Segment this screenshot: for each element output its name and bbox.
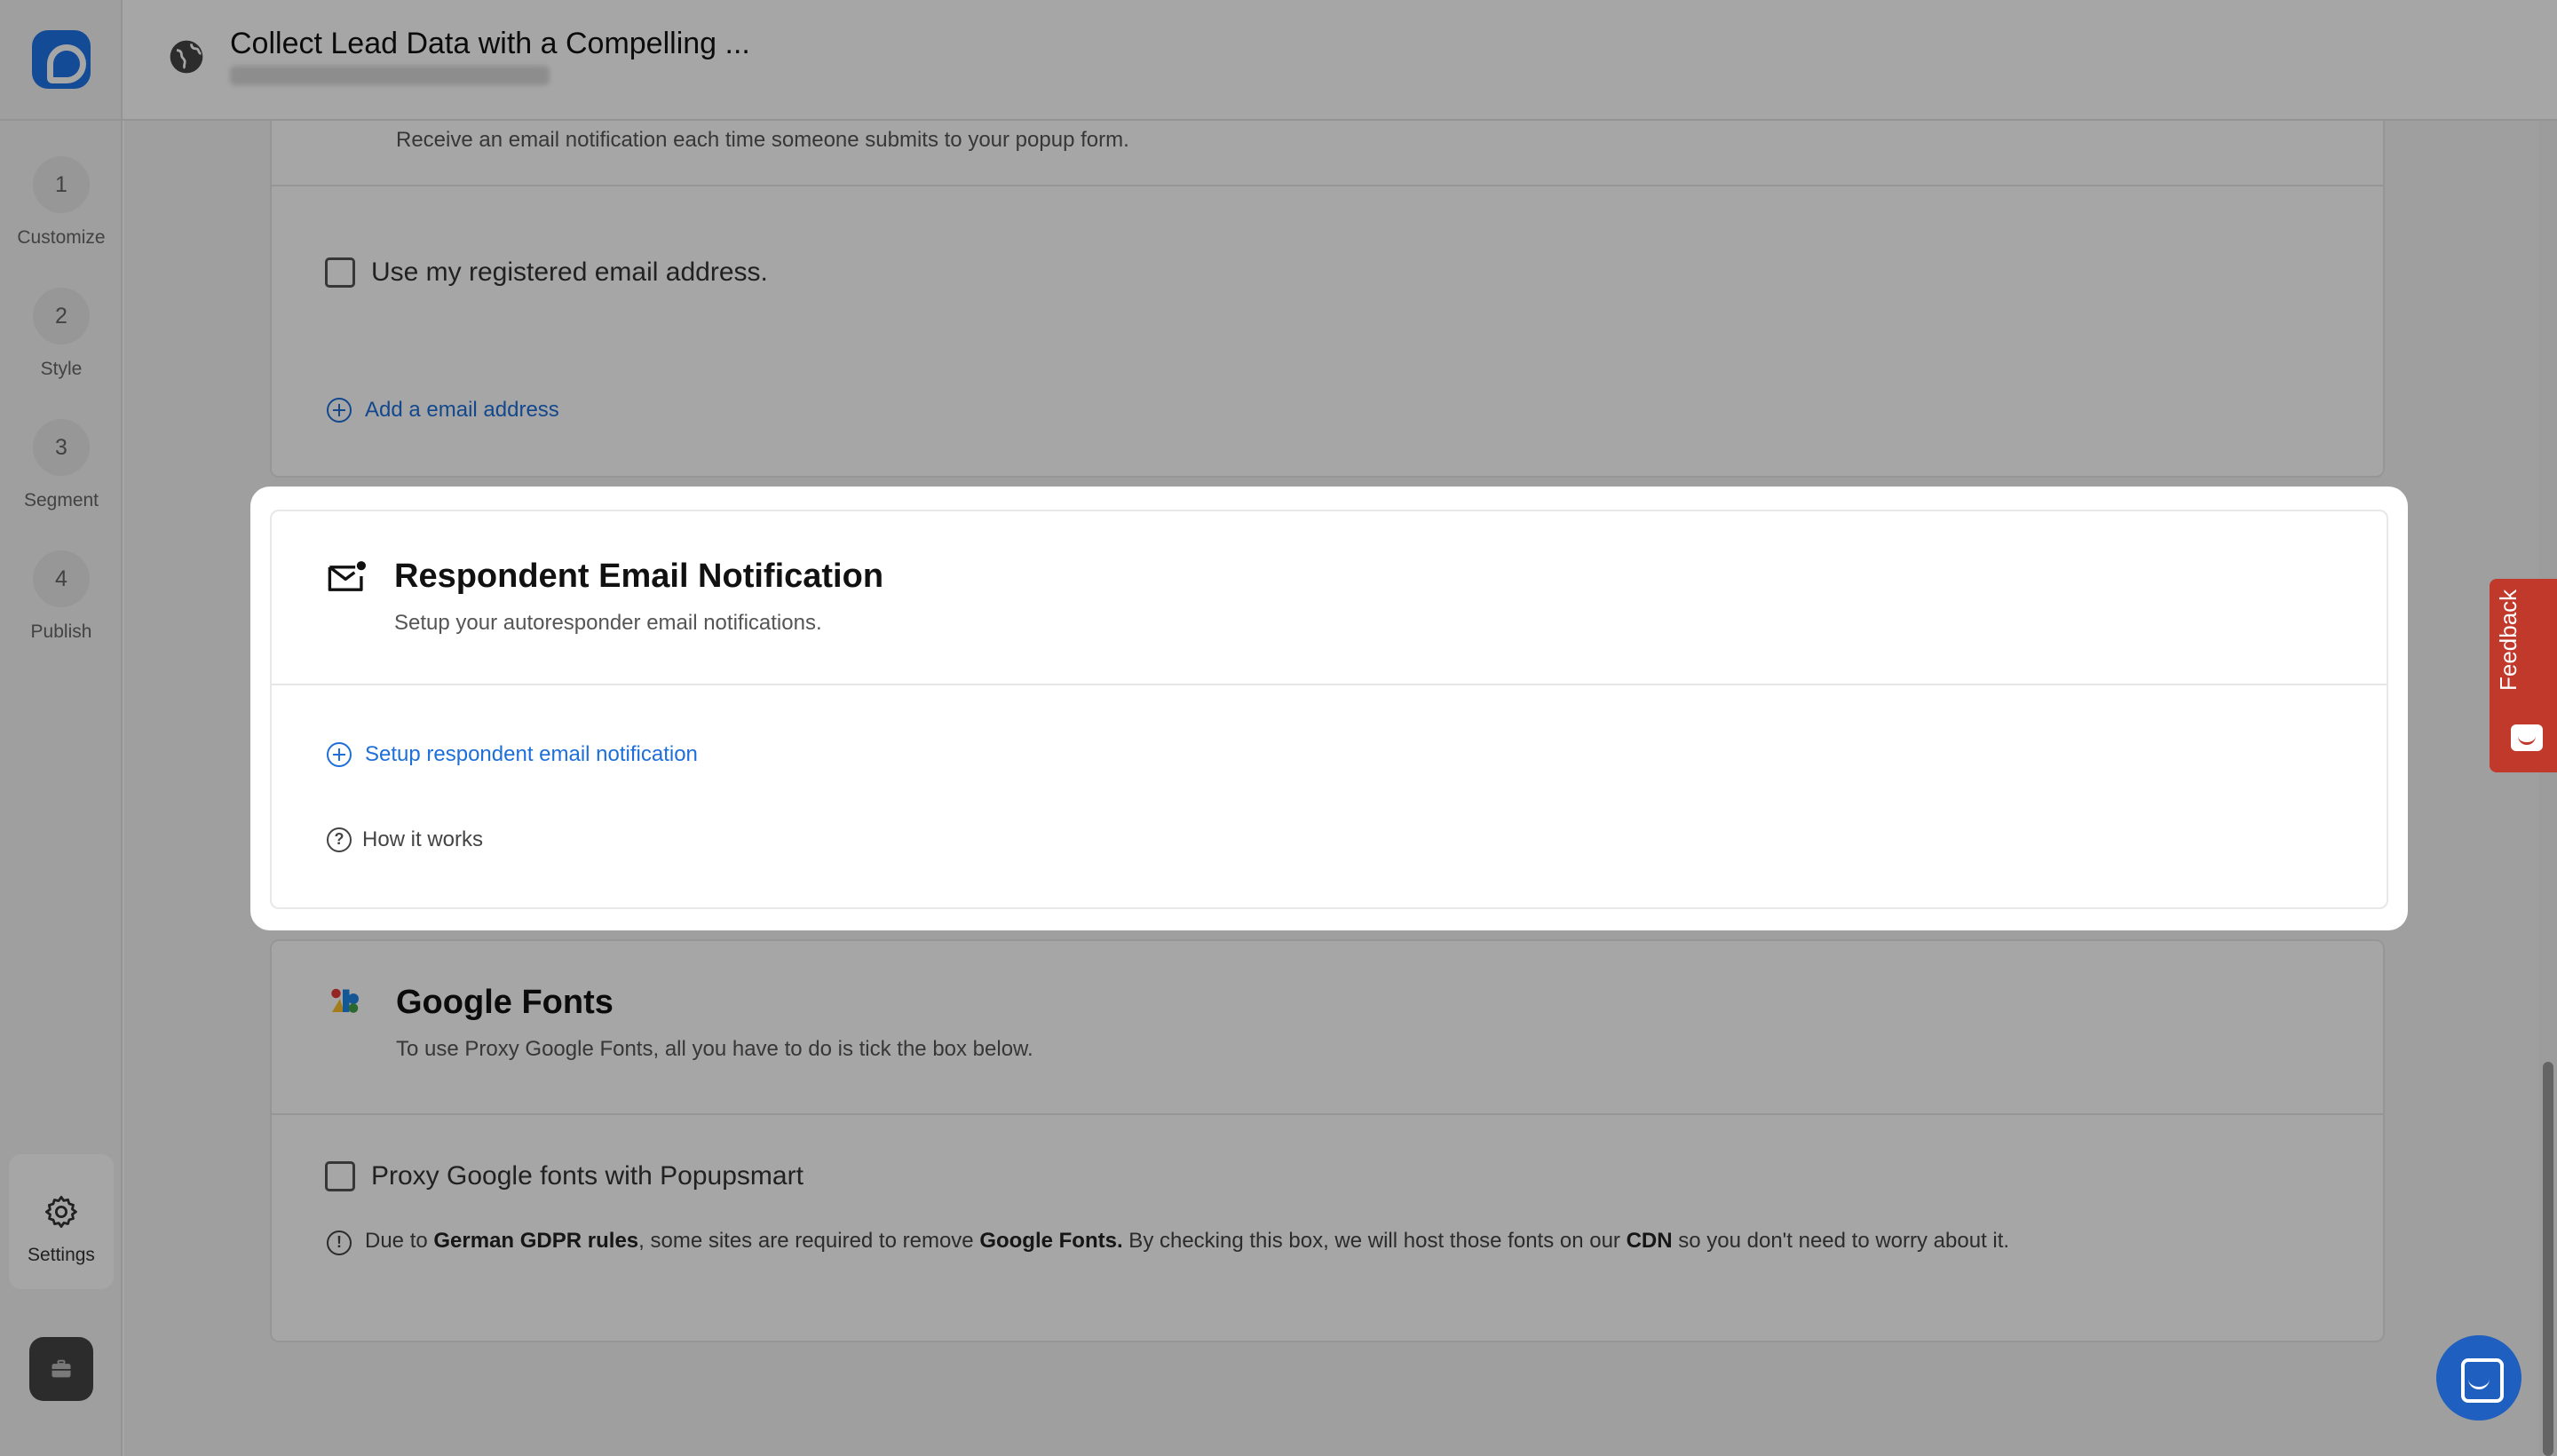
respondent-email-card: Respondent Email Notification Setup your… [270, 510, 2388, 909]
app: 1 Customize 2 Style 3 Segment 4 Publish … [0, 0, 2557, 1456]
respondent-description: Setup your autoresponder email notificat… [394, 611, 822, 635]
setup-respondent-link[interactable]: Setup respondent email notification [365, 742, 698, 767]
highlight-frame: Respondent Email Notification Setup your… [250, 487, 2408, 930]
mail-icon [328, 561, 366, 591]
help-circle-icon: ? [327, 827, 352, 852]
chat-launcher-button[interactable] [2436, 1335, 2521, 1420]
feedback-label: Feedback [2495, 589, 2521, 691]
divider [272, 684, 2387, 685]
feedback-tab[interactable]: Feedback [2490, 579, 2557, 772]
how-it-works-link[interactable]: How it works [362, 827, 483, 852]
plus-circle-icon [327, 742, 352, 767]
respondent-title: Respondent Email Notification [394, 558, 884, 595]
smile-icon [2511, 724, 2543, 751]
